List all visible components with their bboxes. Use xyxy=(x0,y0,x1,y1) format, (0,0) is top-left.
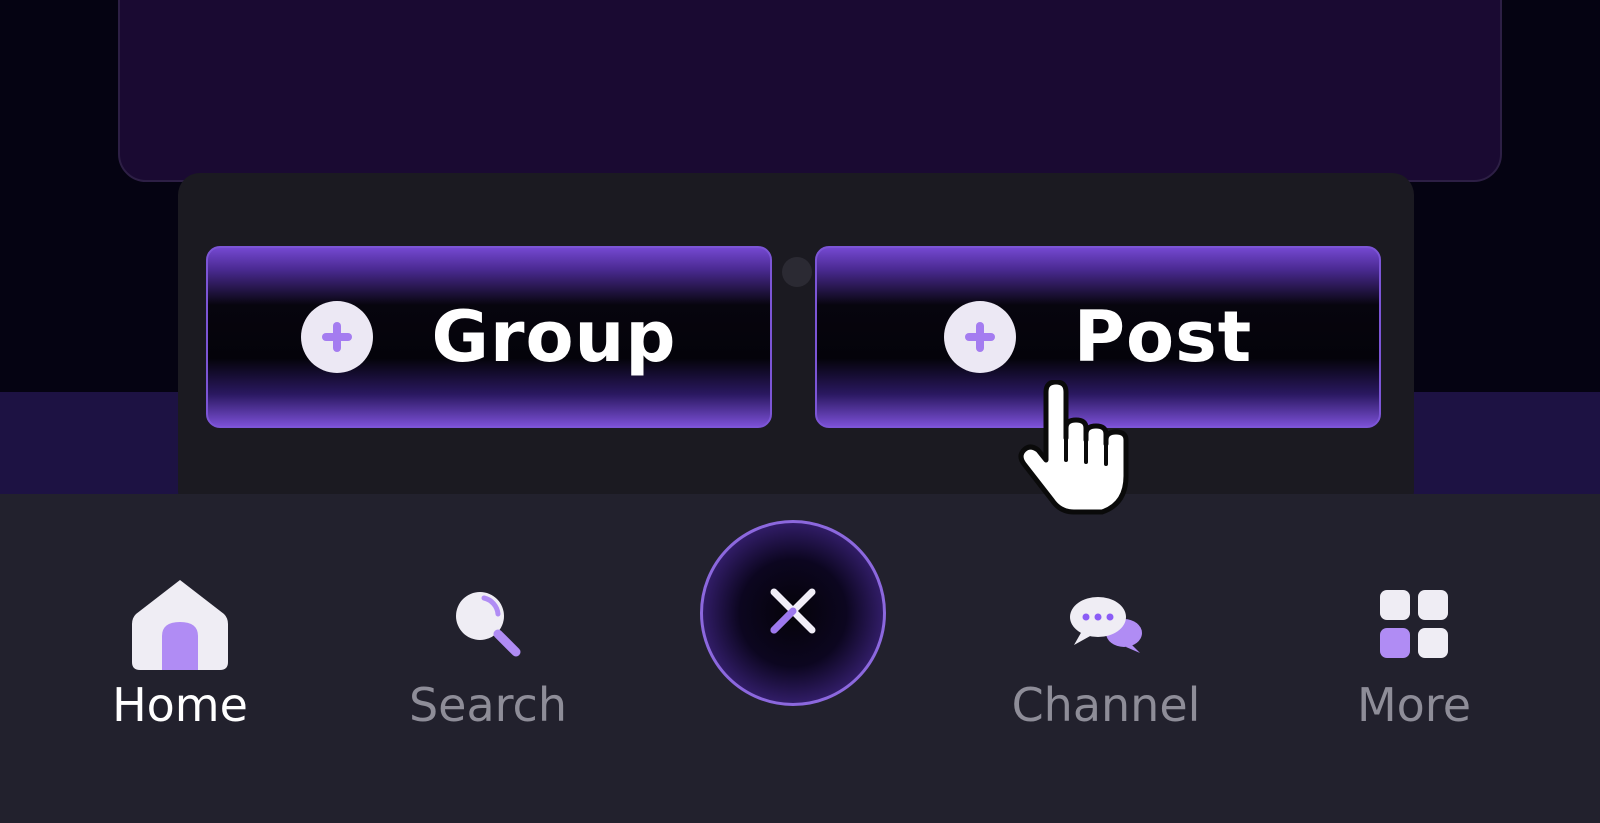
home-icon xyxy=(128,574,232,674)
create-group-button[interactable]: Group xyxy=(206,246,772,428)
grid-icon xyxy=(1378,574,1450,674)
nav-item-channel[interactable]: Channel xyxy=(1006,574,1206,734)
create-post-label: Post xyxy=(1073,296,1253,378)
chat-bubbles-icon xyxy=(1064,574,1148,674)
nav-label-channel: Channel xyxy=(1011,678,1201,732)
search-icon xyxy=(448,574,528,674)
content-card xyxy=(118,0,1502,182)
plus-circle-icon xyxy=(943,301,1016,373)
close-menu-button[interactable] xyxy=(700,520,886,706)
create-menu-popup: Group Post xyxy=(178,173,1414,513)
nav-item-home[interactable]: Home xyxy=(80,574,280,734)
hand-pointer-cursor-icon xyxy=(1016,379,1146,520)
nav-label-search: Search xyxy=(408,678,568,732)
close-icon xyxy=(766,584,820,642)
nav-item-more[interactable]: More xyxy=(1314,574,1514,734)
divider-dot xyxy=(782,257,812,287)
nav-label-home: Home xyxy=(112,678,248,732)
plus-circle-icon xyxy=(301,301,374,373)
nav-item-search[interactable]: Search xyxy=(388,574,588,734)
nav-label-more: More xyxy=(1356,678,1472,732)
create-group-label: Group xyxy=(431,296,677,378)
